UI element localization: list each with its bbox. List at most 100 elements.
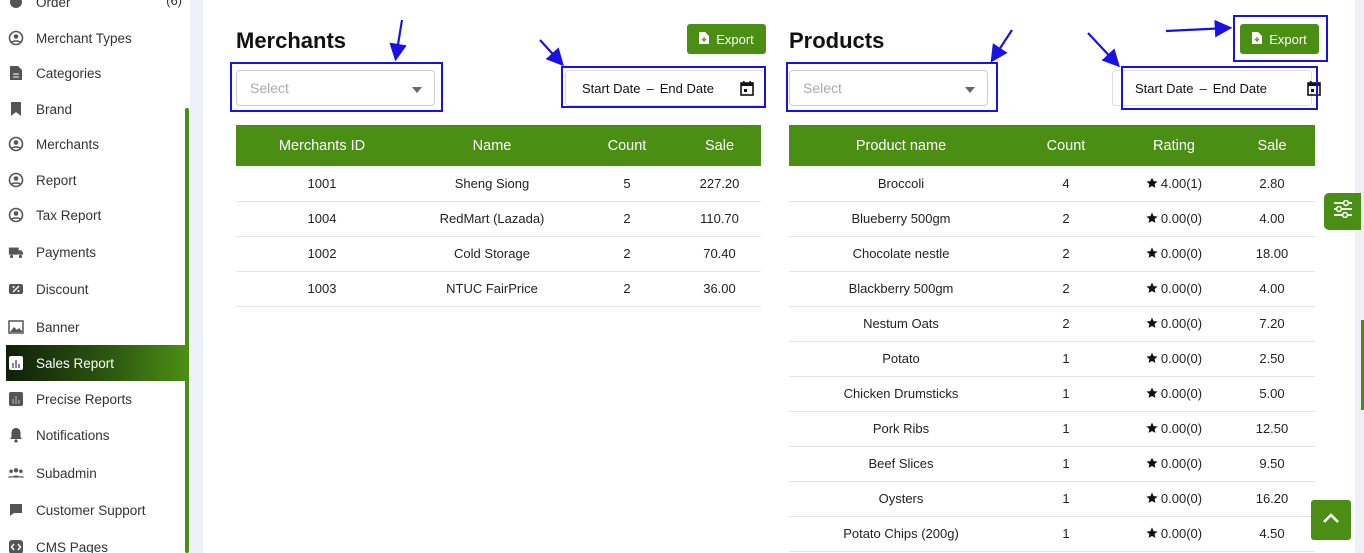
- rating-value: 0.00(0): [1160, 281, 1203, 296]
- sidebar-item-brand[interactable]: Brand: [6, 91, 186, 127]
- sidebar-item-payments[interactable]: Payments: [6, 234, 186, 270]
- sliders-icon: [1333, 199, 1353, 223]
- sidebar-item-label: Merchants: [36, 136, 100, 152]
- table-cell: 0.00(0): [1119, 516, 1229, 552]
- table-cell: Chocolate nestle: [789, 236, 1013, 272]
- sidebar-item-label: Report: [36, 172, 77, 188]
- column-header[interactable]: Merchants ID: [236, 125, 408, 166]
- sidebar-scrollbar[interactable]: [185, 108, 189, 553]
- table-cell: 2: [1013, 306, 1119, 342]
- chart-icon: [8, 391, 24, 407]
- cart-icon: [8, 0, 24, 10]
- column-header[interactable]: Rating: [1119, 125, 1229, 166]
- sidebar-item-label: Tax Report: [36, 207, 102, 223]
- main-content: Merchants Export Select Start Date – End…: [203, 0, 1355, 553]
- table-cell: 1001: [236, 166, 408, 202]
- table-cell: 70.40: [678, 236, 761, 272]
- table-cell: 7.20: [1229, 306, 1315, 342]
- sidebar-item-cms-pages[interactable]: CMS Pages: [6, 529, 186, 553]
- column-header[interactable]: Count: [576, 125, 678, 166]
- user-circle-icon: [8, 207, 24, 223]
- table-cell: 1002: [236, 236, 408, 272]
- sidebar-item-banner[interactable]: Banner: [6, 309, 186, 345]
- column-header[interactable]: Sale: [1229, 125, 1315, 166]
- column-header[interactable]: Name: [408, 125, 576, 166]
- products-table: Product name Count Rating Sale Broccoli 4 4.0…: [789, 125, 1315, 552]
- table-row: Chocolate nestle 2 0.00(0) 18.00: [789, 236, 1315, 272]
- merchants-export-button[interactable]: Export: [687, 24, 766, 54]
- file-export-icon: [699, 31, 710, 47]
- table-row: Blackberry 500gm 2 0.00(0) 4.00: [789, 271, 1315, 307]
- sidebar-item-precise-reports[interactable]: Precise Reports: [6, 381, 186, 417]
- sidebar-item-tax-report[interactable]: Tax Report: [6, 197, 186, 233]
- sidebar-item-label: Categories: [36, 65, 102, 81]
- sidebar-item-discount[interactable]: Discount: [6, 271, 186, 307]
- table-cell: 0.00(0): [1119, 271, 1229, 307]
- table-cell: Sheng Siong: [408, 166, 576, 202]
- user-circle-icon: [8, 172, 24, 188]
- rating-value: 0.00(0): [1160, 316, 1203, 331]
- annotation-box: [786, 62, 998, 112]
- rating-value: 0.00(0): [1160, 421, 1203, 436]
- table-row: 1004 RedMart (Lazada) 2 110.70: [236, 201, 761, 237]
- table-cell: 16.20: [1229, 481, 1315, 517]
- table-cell: 0.00(0): [1119, 341, 1229, 377]
- table-cell: 2: [1013, 271, 1119, 307]
- table-cell: 2: [576, 201, 678, 237]
- table-cell: 2: [1013, 236, 1119, 272]
- column-header[interactable]: Count: [1013, 125, 1119, 166]
- star-icon: [1146, 386, 1161, 401]
- sidebar-item-label: Payments: [36, 244, 97, 260]
- table-cell: 2: [576, 271, 678, 307]
- table-row: Nestum Oats 2 0.00(0) 7.20: [789, 306, 1315, 342]
- table-cell: 0.00(0): [1119, 411, 1229, 447]
- table-cell: 1: [1013, 341, 1119, 377]
- sidebar-item-sales-report[interactable]: Sales Report: [6, 345, 186, 381]
- table-row: Blueberry 500gm 2 0.00(0) 4.00: [789, 201, 1315, 237]
- chart-icon: [8, 355, 24, 371]
- table-cell: Nestum Oats: [789, 306, 1013, 342]
- scroll-top-button[interactable]: [1311, 500, 1351, 540]
- table-cell: 4.00: [1229, 201, 1315, 237]
- table-cell: NTUC FairPrice: [408, 271, 576, 307]
- sidebar-item-order[interactable]: Order (6): [6, 0, 186, 20]
- table-cell: 2: [1013, 201, 1119, 237]
- sidebar-item-notifications[interactable]: Notifications: [6, 417, 186, 453]
- merchants-title: Merchants: [236, 28, 347, 53]
- sidebar-item-merchants[interactable]: Merchants: [6, 126, 186, 162]
- user-circle-icon: [8, 136, 24, 152]
- sidebar-item-subadmin[interactable]: Subadmin: [6, 455, 186, 491]
- table-cell: 12.50: [1229, 411, 1315, 447]
- column-header[interactable]: Sale: [678, 125, 761, 166]
- merchants-table: Merchants ID Name Count Sale 1001 Sheng Sion…: [236, 125, 761, 307]
- star-icon: [1146, 491, 1161, 506]
- table-header: Product name Count Rating Sale: [789, 125, 1315, 166]
- star-icon: [1146, 351, 1161, 366]
- sidebar-item-label: Brand: [36, 101, 73, 117]
- table-cell: 5: [576, 166, 678, 202]
- table-cell: Potato: [789, 341, 1013, 377]
- chevron-up-icon: [1322, 511, 1340, 529]
- sidebar-item-categories[interactable]: Categories: [6, 55, 186, 91]
- table-cell: 2.50: [1229, 341, 1315, 377]
- table-cell: Cold Storage: [408, 236, 576, 272]
- users-icon: [8, 465, 24, 481]
- rating-value: 0.00(0): [1160, 246, 1203, 261]
- table-cell: 18.00: [1229, 236, 1315, 272]
- export-label: Export: [716, 31, 754, 47]
- sidebar-item-merchant-types[interactable]: Merchant Types: [6, 20, 186, 56]
- sidebar-item-customer-support[interactable]: Customer Support: [6, 492, 186, 528]
- table-cell: 2.80: [1229, 166, 1315, 202]
- table-cell: 36.00: [678, 271, 761, 307]
- table-cell: 227.20: [678, 166, 761, 202]
- column-header[interactable]: Product name: [789, 125, 1013, 166]
- settings-button[interactable]: [1324, 193, 1361, 230]
- table-cell: 1: [1013, 481, 1119, 517]
- sidebar-item-label: Subadmin: [36, 465, 97, 481]
- bell-icon: [8, 427, 24, 443]
- annotation-box: [230, 62, 443, 112]
- table-cell: 1: [1013, 376, 1119, 412]
- discount-icon: [8, 281, 24, 297]
- table-row: Pork Ribs 1 0.00(0) 12.50: [789, 411, 1315, 447]
- sidebar-item-report[interactable]: Report: [6, 162, 186, 198]
